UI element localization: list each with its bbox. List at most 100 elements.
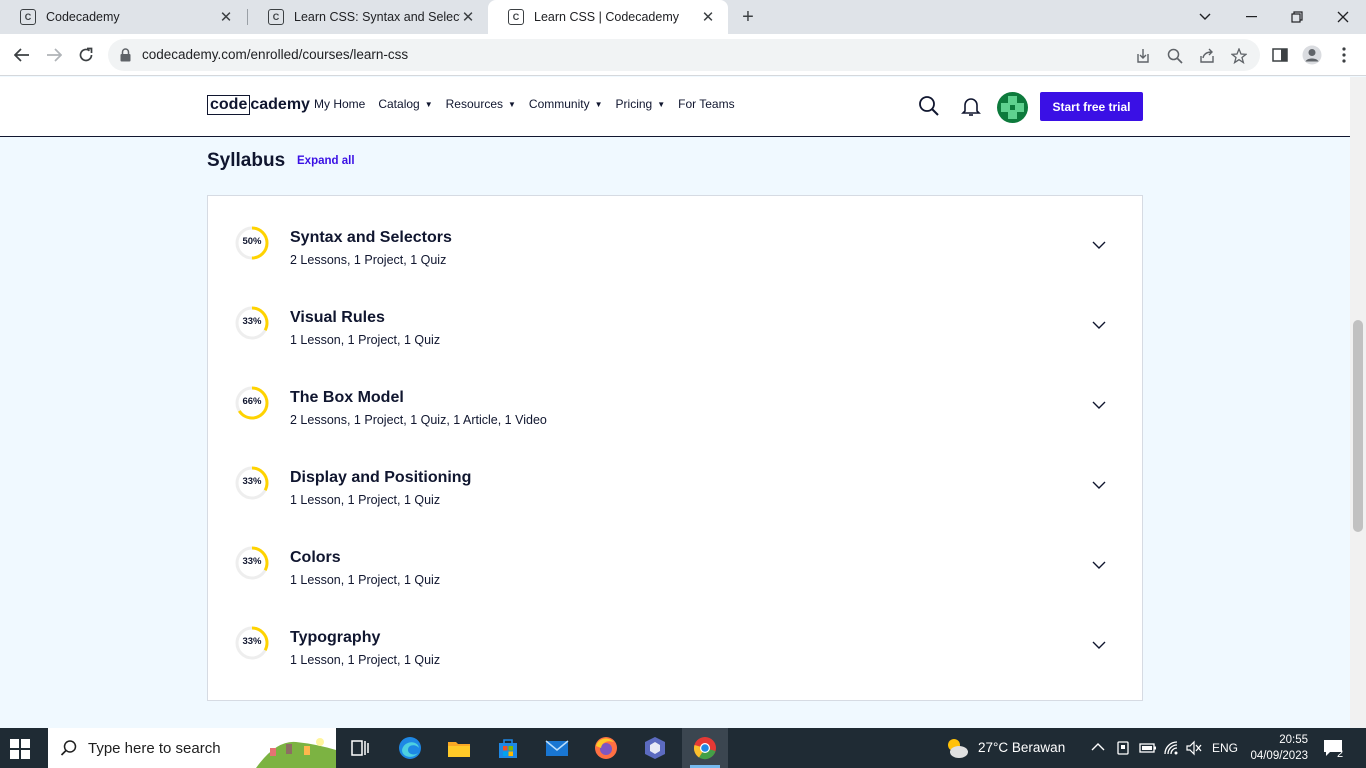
syllabus-heading: Syllabus [207,150,286,171]
site-header: code cademy My Home Catalog ▼ Resources ▼ C… [0,77,1350,137]
syllabus-module-row[interactable]: 33% Colors 1 Lesson, 1 Project, 1 Quiz [208,516,1142,596]
microsoft-store-icon[interactable] [494,734,522,762]
module-summary: 1 Lesson, 1 Project, 1 Quiz [290,493,441,507]
windows-start-icon[interactable] [10,739,30,759]
nav-pricing[interactable]: Pricing ▼ [616,97,666,111]
profile-icon[interactable] [1298,41,1326,69]
mail-icon[interactable] [543,734,571,762]
back-button[interactable] [8,41,36,69]
close-tab-icon[interactable]: ✕ [700,8,716,26]
expand-all-button[interactable]: Expand all [297,155,355,167]
nav-label: Pricing [615,97,653,111]
share-icon[interactable] [1198,47,1216,65]
weather-text[interactable]: 27°C Berawan [978,740,1065,755]
app-launcher-icon[interactable] [641,734,669,762]
device-icon[interactable] [1115,740,1131,756]
browser-tab-learn-css-syntax[interactable]: C Learn CSS: Syntax and Selectors C ✕ [248,0,488,34]
chevron-down-icon[interactable] [1092,480,1106,490]
browser-tab-strip: C Codecademy ✕ C Learn CSS: Syntax and S… [0,0,1366,34]
chevron-down-icon[interactable] [1092,240,1106,250]
chevron-down-icon[interactable] [1092,560,1106,570]
file-explorer-icon[interactable] [445,734,473,762]
task-view-icon[interactable] [346,734,374,762]
caret-down-icon: ▼ [508,99,516,109]
module-title: Typography [290,629,381,646]
url-text: codecademy.com/enrolled/courses/learn-cs… [142,47,409,62]
syllabus-module-row[interactable]: 50% Syntax and Selectors 2 Lessons, 1 Pr… [208,196,1142,276]
side-panel-icon[interactable] [1266,41,1294,69]
firefox-icon[interactable] [592,734,620,762]
chevron-down-icon[interactable] [1092,320,1106,330]
page-scrollbar[interactable] [1350,77,1366,728]
browser-menu-icon[interactable] [1330,41,1358,69]
syllabus-module-row[interactable]: 33% Display and Positioning 1 Lesson, 1 … [208,436,1142,516]
weather-cloudy-icon[interactable] [944,736,970,760]
chevron-down-icon[interactable] [1092,400,1106,410]
codecademy-favicon-icon: C [20,9,36,25]
progress-percent: 50% [242,236,262,247]
clock-date: 04/09/2023 [1250,750,1308,762]
nav-for-teams[interactable]: For Teams [678,97,734,111]
minimize-button[interactable] [1228,0,1274,34]
progress-percent: 33% [242,316,262,327]
progress-percent: 33% [242,476,262,487]
lock-icon [120,48,131,62]
progress-percent: 66% [242,396,262,407]
system-clock[interactable]: 20:55 04/09/2023 [1244,732,1308,764]
progress-percent: 33% [242,556,262,567]
input-language[interactable]: ENG [1212,741,1238,755]
bell-icon[interactable] [960,95,982,117]
forward-button[interactable] [40,41,68,69]
notification-count-badge: 2 [1337,748,1344,760]
close-tab-icon[interactable]: ✕ [218,8,234,26]
codecademy-favicon-icon: C [508,9,524,25]
caret-down-icon: ▼ [594,99,603,109]
scrollbar-thumb[interactable] [1353,320,1363,532]
search-placeholder: Type here to search [88,740,221,757]
address-bar[interactable]: codecademy.com/enrolled/courses/learn-cs… [108,39,1260,71]
syllabus-module-row[interactable]: 33% Visual Rules 1 Lesson, 1 Project, 1 … [208,276,1142,356]
reload-button[interactable] [72,41,100,69]
tab-title: Learn CSS: Syntax and Selectors C [294,10,460,24]
wifi-icon[interactable] [1163,740,1181,756]
browser-tab-codecademy[interactable]: C Codecademy ✕ [0,0,246,34]
nav-resources[interactable]: Resources ▼ [446,97,516,111]
syllabus-module-row[interactable]: 33% Typography 1 Lesson, 1 Project, 1 Qu… [208,596,1142,676]
codecademy-logo[interactable]: code cademy [207,95,310,115]
chrome-icon[interactable] [691,734,719,762]
new-tab-button[interactable]: + [736,5,760,29]
logo-cademy-part: cademy [250,96,310,113]
nav-label: Catalog [378,97,420,111]
search-icon [60,740,77,756]
module-title: The Box Model [290,389,404,406]
install-app-icon[interactable] [1134,47,1152,65]
battery-icon[interactable] [1139,741,1157,755]
browser-toolbar: codecademy.com/enrolled/courses/learn-cs… [0,34,1366,76]
syllabus-module-row[interactable]: 66% The Box Model 2 Lessons, 1 Project, … [208,356,1142,436]
search-icon[interactable] [918,95,940,117]
syllabus-panel: 50% Syntax and Selectors 2 Lessons, 1 Pr… [207,195,1143,701]
start-free-trial-button[interactable]: Start free trial [1040,92,1143,121]
bookmark-star-icon[interactable] [1230,47,1248,65]
zoom-icon[interactable] [1166,47,1184,65]
close-tab-icon[interactable]: ✕ [460,8,476,26]
nav-catalog[interactable]: Catalog ▼ [378,97,432,111]
chevron-up-icon[interactable] [1091,742,1105,752]
nav-my-home[interactable]: My Home [314,97,365,111]
tab-search-icon[interactable] [1182,0,1228,34]
avatar[interactable] [997,92,1028,123]
close-window-button[interactable] [1320,0,1366,34]
notification-center-icon[interactable] [1323,738,1347,758]
clock-time: 20:55 [1279,734,1308,746]
browser-tab-learn-css-active[interactable]: C Learn CSS | Codecademy ✕ [488,0,728,34]
taskbar-search-box[interactable]: Type here to search [48,728,336,768]
edge-browser-icon[interactable] [396,734,424,762]
chevron-down-icon[interactable] [1092,640,1106,650]
tab-title: Codecademy [46,10,120,24]
volume-muted-icon[interactable] [1186,740,1202,756]
module-title: Display and Positioning [290,469,472,486]
nav-community[interactable]: Community ▼ [529,97,603,111]
search-highlight-illustration-icon [256,738,336,768]
restore-button[interactable] [1274,0,1320,34]
nav-label: Resources [445,97,503,111]
